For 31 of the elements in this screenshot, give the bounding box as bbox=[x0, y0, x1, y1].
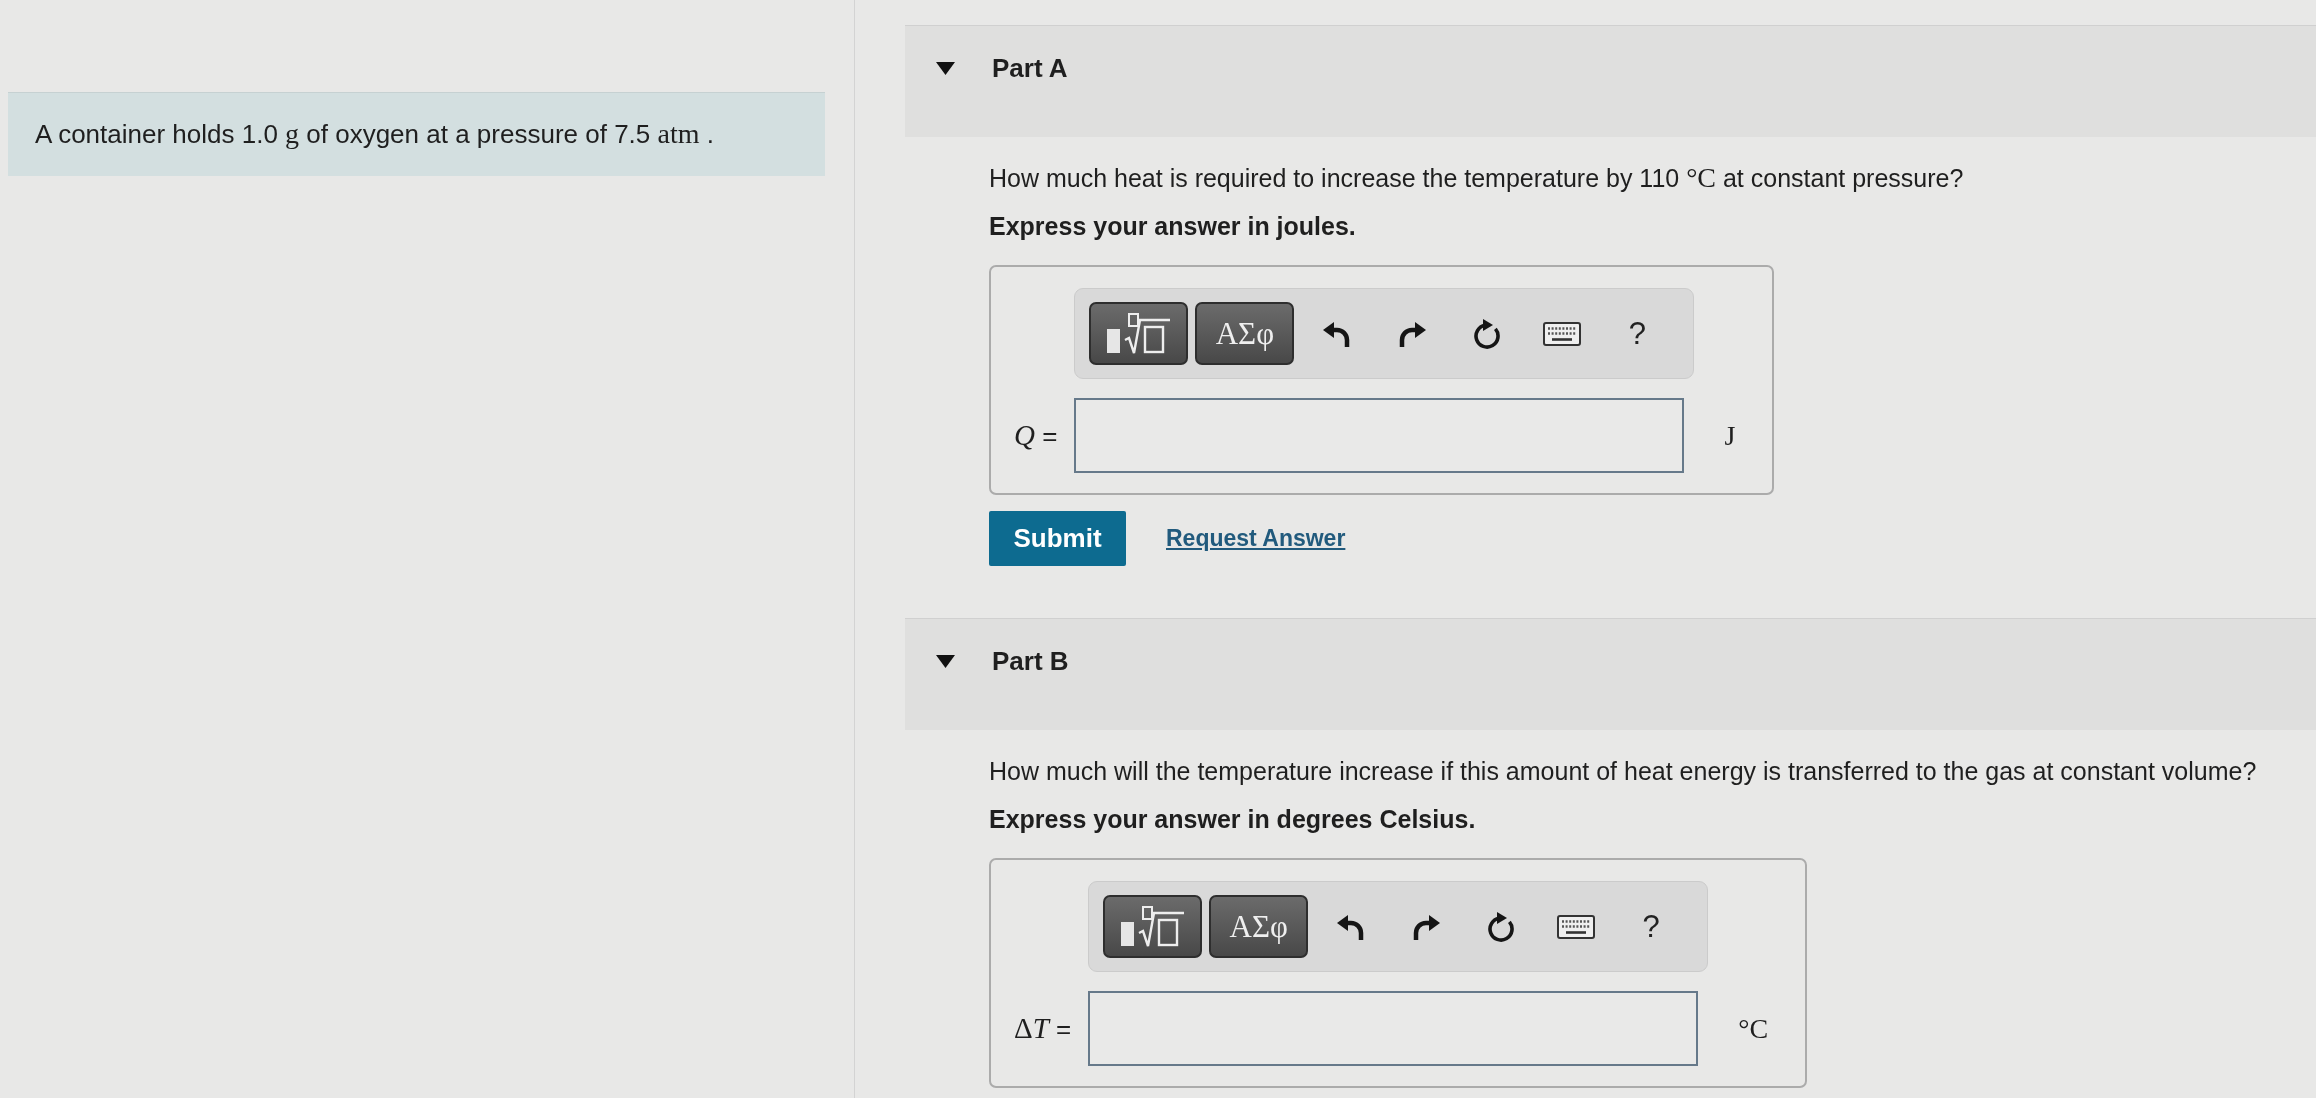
answer-field[interactable] bbox=[1088, 991, 1699, 1066]
redo-icon bbox=[1412, 913, 1441, 940]
instruction-text: Express your answer in joules. bbox=[989, 211, 1357, 242]
circular-arrow-icon bbox=[1472, 318, 1503, 349]
instruction-text: Express your answer in degrees Celsius. bbox=[989, 804, 1477, 835]
undo-icon bbox=[1323, 320, 1352, 347]
keyboard-icon bbox=[1557, 914, 1596, 939]
answer-label: Q = bbox=[1014, 419, 1058, 452]
undo-icon bbox=[1337, 913, 1366, 940]
redo-icon bbox=[1398, 320, 1427, 347]
problem-text: A container holds 1.0 g of oxygen at a pressure of 7.5 atm . bbox=[35, 118, 714, 150]
symbols-button[interactable]: ΑΣφ bbox=[1195, 302, 1295, 365]
help-button[interactable]: ? bbox=[1631, 904, 1672, 949]
question-text: How much heat is required to increase the temperature by 110 °C at constant pressure? bbox=[989, 161, 1965, 195]
answer-label: ΔT = bbox=[1014, 1012, 1072, 1045]
root-template-icon bbox=[1120, 905, 1185, 948]
request-answer-link[interactable]: Request Answer bbox=[1166, 525, 1346, 552]
help-button[interactable]: ? bbox=[1617, 311, 1658, 356]
keyboard-icon bbox=[1543, 321, 1582, 346]
circular-arrow-icon bbox=[1486, 911, 1517, 942]
unit-label: J bbox=[1724, 419, 1736, 452]
answer-field[interactable] bbox=[1074, 398, 1685, 473]
submit-button[interactable]: Submit bbox=[989, 511, 1126, 566]
template-button[interactable] bbox=[1103, 895, 1203, 958]
question-text: How much will the temperature increase if this amount of heat energy is transferred to the gas at constant volume? bbox=[989, 756, 2258, 787]
root-template-icon bbox=[1106, 312, 1171, 355]
part-toggle[interactable]: Part A bbox=[936, 53, 1068, 83]
symbols-button[interactable]: ΑΣφ bbox=[1209, 895, 1309, 958]
unit-label: °C bbox=[1738, 1012, 1769, 1045]
part-toggle[interactable]: Part B bbox=[936, 646, 1069, 676]
template-button[interactable] bbox=[1089, 302, 1189, 365]
